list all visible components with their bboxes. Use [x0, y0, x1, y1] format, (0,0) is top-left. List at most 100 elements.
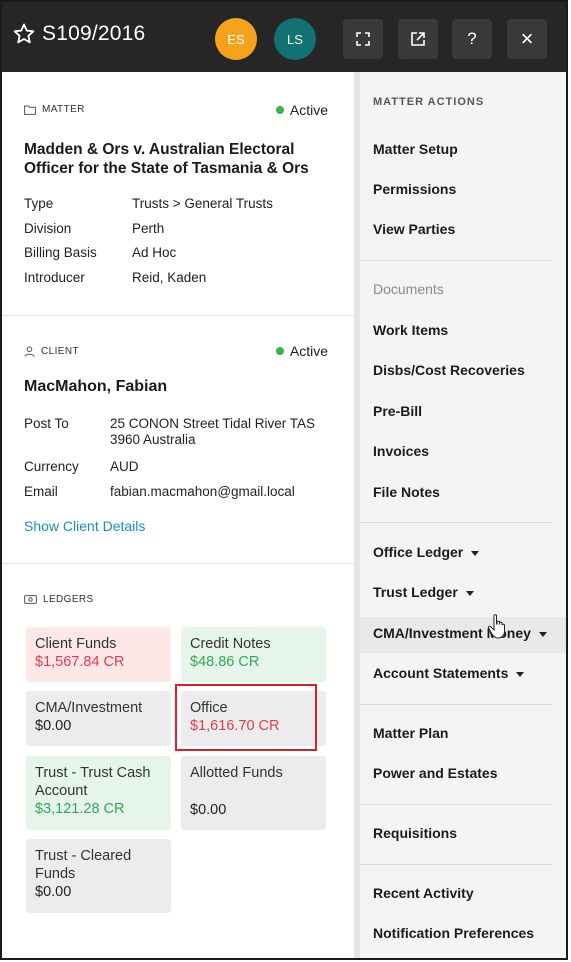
action-cma-investment-money[interactable]: CMA/Investment Money — [373, 625, 547, 641]
menu-divider — [360, 804, 552, 805]
caret-down-icon — [516, 671, 525, 677]
ledger-card-label: Trust - Trust Cash — [35, 765, 151, 781]
field-value: AUD — [110, 459, 139, 474]
field-value: fabian.macmahon@gmail.local — [110, 484, 295, 499]
avatar-ls[interactable]: LS — [274, 18, 316, 60]
ledger-card-trust-cleared[interactable]: Trust - Cleared Funds $0.00 — [26, 839, 171, 913]
field-key: Introducer — [24, 270, 85, 285]
address-line-2: 3960 Australia — [110, 432, 196, 447]
menu-divider — [360, 260, 552, 261]
matter-label-text: MATTER — [42, 104, 85, 115]
client-label-text: CLIENT — [41, 346, 79, 357]
ledger-card-label: Account — [35, 783, 88, 799]
action-trust-ledger[interactable]: Trust Ledger — [373, 584, 474, 600]
field-key: Division — [24, 221, 72, 236]
active-dot-icon — [275, 347, 284, 355]
avatar-es[interactable]: ES — [215, 18, 257, 60]
field-key: Currency — [24, 459, 79, 474]
ledger-card-amount: $0.00 — [35, 884, 72, 900]
action-recent-activity[interactable]: Recent Activity — [373, 885, 474, 901]
menu-label: Office Ledger — [373, 544, 464, 560]
ledger-card-trust-cash[interactable]: Trust - Trust Cash Account $3,121.28 CR — [26, 756, 171, 830]
field-value: 25 CONON Street Tidal River TAS 3960 Aus… — [110, 416, 315, 448]
ledger-card-label: Trust - Cleared — [35, 848, 132, 864]
title-group: S109/2016 — [12, 22, 145, 46]
matter-number: S109/2016 — [42, 22, 146, 45]
ledger-card-label: Funds — [35, 866, 76, 882]
ledger-card-label: Credit Notes — [190, 636, 271, 652]
close-icon: × — [520, 26, 534, 51]
caret-down-icon — [538, 631, 547, 637]
section-divider — [2, 563, 354, 564]
ledger-card-client-funds[interactable]: Client Funds $1,567.84 CR — [26, 627, 171, 682]
expand-button[interactable] — [343, 19, 383, 59]
help-button[interactable]: ? — [452, 19, 492, 59]
matter-status-badge: Active — [275, 102, 328, 118]
ledger-card-amount: $1,567.84 CR — [35, 654, 125, 670]
menu-divider — [360, 704, 552, 705]
ledger-card-allotted-funds[interactable]: Allotted Funds $0.00 — [181, 756, 326, 830]
action-pre-bill[interactable]: Pre-Bill — [373, 403, 422, 419]
field-key: Email — [24, 484, 58, 499]
action-invoices[interactable]: Invoices — [373, 443, 429, 459]
client-section-label: CLIENT — [24, 346, 79, 357]
field-value: Perth — [132, 221, 165, 236]
action-notification-preferences[interactable]: Notification Preferences — [373, 925, 534, 941]
action-work-items[interactable]: Work Items — [373, 322, 448, 338]
client-name: MacMahon, Fabian — [24, 378, 168, 395]
details-panel: MATTER Active Madden & Ors v. Australian… — [2, 72, 354, 958]
field-value: Ad Hoc — [132, 245, 177, 260]
header-bar: S109/2016 ES LS ? × — [2, 2, 566, 72]
ledger-card-amount: $48.86 CR — [190, 654, 260, 670]
show-client-details-link[interactable]: Show Client Details — [24, 518, 145, 534]
action-office-ledger[interactable]: Office Ledger — [373, 544, 480, 560]
menu-label: Account Statements — [373, 665, 509, 681]
ledger-card-label: Client Funds — [35, 636, 117, 652]
person-icon — [24, 346, 35, 357]
matter-section-label: MATTER — [24, 104, 85, 115]
expand-icon — [356, 32, 370, 46]
caret-down-icon — [471, 550, 480, 556]
folder-icon — [24, 105, 36, 115]
field-value: Reid, Kaden — [132, 270, 207, 285]
action-disbs-cost-recoveries[interactable]: Disbs/Cost Recoveries — [373, 362, 525, 378]
money-icon — [24, 595, 37, 604]
action-view-parties[interactable]: View Parties — [373, 221, 455, 237]
matter-title: Madden & Ors v. Australian Electoral Off… — [24, 141, 309, 177]
section-divider — [2, 315, 354, 316]
action-matter-setup[interactable]: Matter Setup — [373, 141, 458, 157]
open-external-icon — [411, 32, 425, 46]
action-file-notes[interactable]: File Notes — [373, 484, 440, 500]
mouse-cursor-icon — [487, 614, 505, 639]
open-external-button[interactable] — [398, 19, 438, 59]
ledger-card-credit-notes[interactable]: Credit Notes $48.86 CR — [181, 627, 326, 682]
field-key: Post To — [24, 416, 69, 431]
ledger-card-amount: $3,121.28 CR — [35, 801, 125, 817]
close-button[interactable]: × — [507, 19, 547, 59]
action-requisitions[interactable]: Requisitions — [373, 825, 457, 841]
address-line-1: 25 CONON Street Tidal River TAS — [110, 416, 316, 431]
action-matter-plan[interactable]: Matter Plan — [373, 725, 448, 741]
matter-actions-panel: MATTER ACTIONS Matter Setup Permissions … — [354, 72, 566, 958]
action-power-and-estates[interactable]: Power and Estates — [373, 765, 498, 781]
office-card-highlight — [175, 684, 317, 751]
field-key: Billing Basis — [24, 245, 97, 260]
matter-status-text: Active — [289, 102, 328, 118]
ledger-card-amount: $0.00 — [190, 802, 227, 818]
action-account-statements[interactable]: Account Statements — [373, 665, 525, 681]
action-permissions[interactable]: Permissions — [373, 181, 456, 197]
field-value: Trusts > General Trusts — [132, 196, 273, 211]
ledger-card-label: CMA/Investment — [35, 700, 143, 716]
menu-divider — [360, 864, 552, 865]
ledger-card-label: Allotted Funds — [190, 765, 283, 781]
field-key: Type — [24, 196, 54, 211]
caret-down-icon — [465, 590, 474, 596]
ledgers-label-text: LEDGERS — [43, 594, 94, 605]
active-dot-icon — [275, 106, 284, 114]
menu-divider — [360, 522, 552, 523]
matter-actions-heading: MATTER ACTIONS — [373, 96, 485, 108]
action-documents[interactable]: Documents — [373, 281, 444, 297]
client-status-badge: Active — [275, 343, 328, 359]
star-icon[interactable] — [12, 22, 36, 46]
ledger-card-cma-investment[interactable]: CMA/Investment $0.00 — [26, 691, 171, 746]
